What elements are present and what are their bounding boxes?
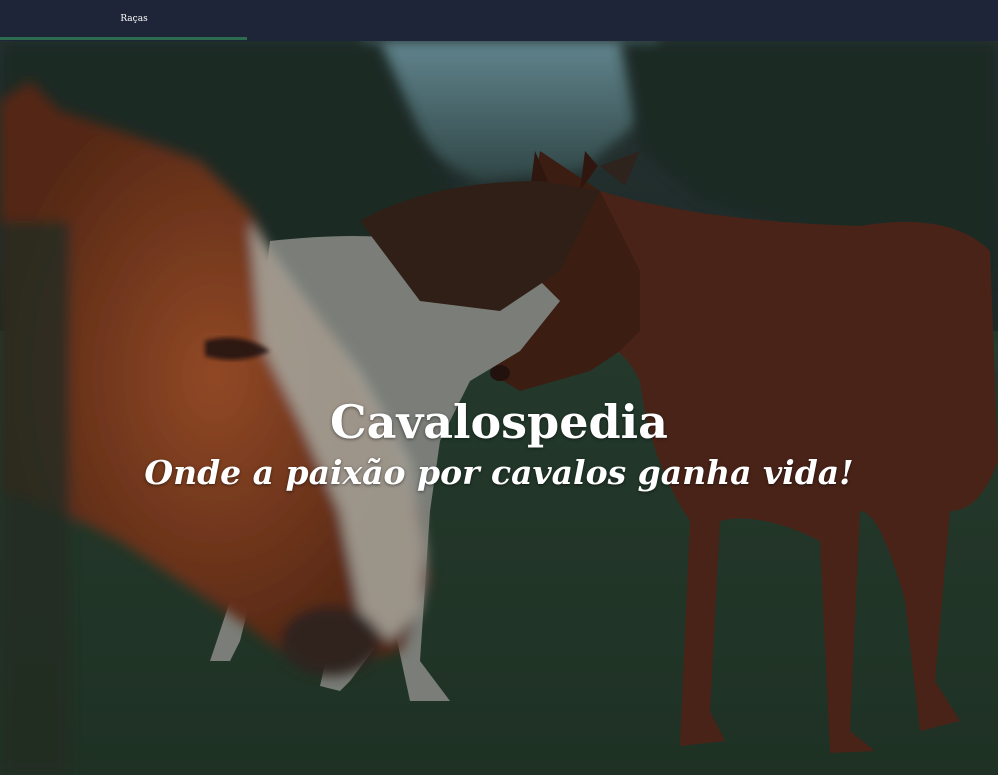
hero-title: Cavalospedia [330, 394, 668, 449]
page: Raças Cavalospedia Onde a paixão por cav… [0, 0, 998, 775]
nav-item-racas[interactable]: Raças [0, 0, 268, 37]
nav-item-label: Raças [120, 13, 148, 24]
hero-subtitle: Onde a paixão por cavalos ganha vida! [144, 453, 854, 493]
active-nav-indicator [0, 37, 247, 40]
top-navbar: Raças [0, 0, 998, 41]
hero-section: Cavalospedia Onde a paixão por cavalos g… [0, 41, 998, 775]
